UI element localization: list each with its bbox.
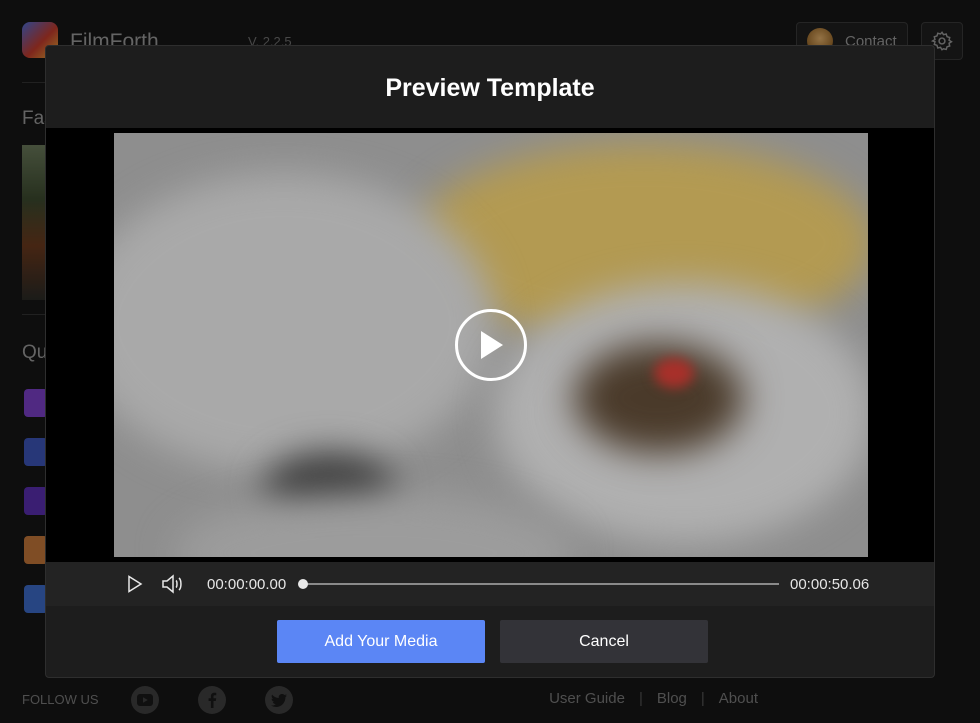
player-controls: 00:00:00.00 00:00:50.06 bbox=[46, 562, 934, 606]
total-time: 00:00:50.06 bbox=[790, 576, 870, 593]
seek-bar[interactable] bbox=[298, 579, 779, 589]
add-your-media-button[interactable]: Add Your Media bbox=[277, 620, 485, 663]
video-player bbox=[46, 128, 934, 562]
play-icon[interactable] bbox=[124, 574, 144, 594]
current-time: 00:00:00.00 bbox=[207, 576, 287, 593]
video-frame[interactable] bbox=[114, 133, 868, 557]
dialog-title: Preview Template bbox=[385, 74, 595, 102]
video-blur-region bbox=[654, 358, 694, 388]
volume-icon[interactable] bbox=[160, 573, 184, 595]
video-blur-region bbox=[174, 493, 574, 557]
cancel-button[interactable]: Cancel bbox=[500, 620, 708, 663]
seek-handle[interactable] bbox=[298, 579, 308, 589]
preview-template-dialog: Preview Template 00:00:00.00 00:00:50.06… bbox=[45, 45, 935, 678]
video-blur-region bbox=[574, 343, 744, 453]
play-circle-icon[interactable] bbox=[455, 309, 527, 381]
